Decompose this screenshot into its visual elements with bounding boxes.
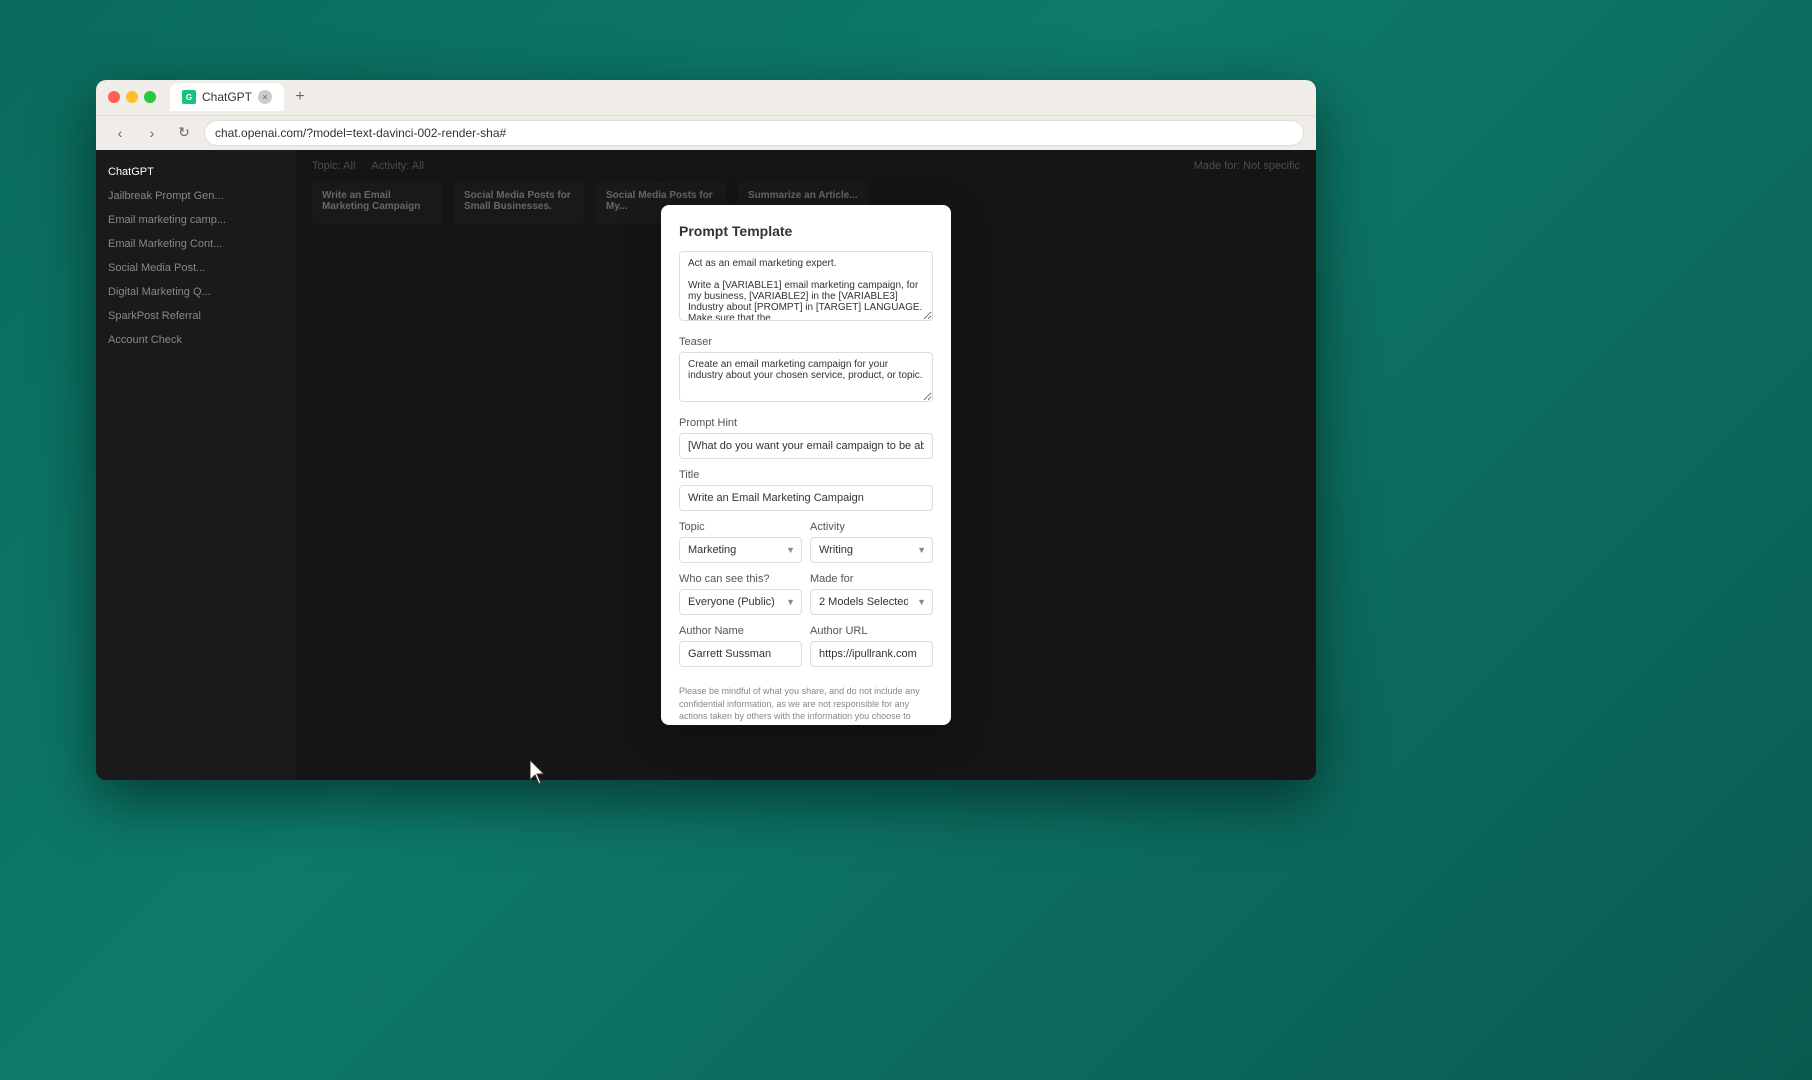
url-text: chat.openai.com/?model=text-davinci-002-… [215, 126, 506, 140]
made-for-select[interactable]: 2 Models Selected [810, 589, 933, 615]
title-label: Title [679, 469, 933, 481]
author-name-label: Author Name [679, 625, 802, 637]
sidebar-item-4[interactable]: Social Media Post... [96, 256, 296, 280]
prompt-template-group [679, 251, 933, 326]
active-tab[interactable]: G ChatGPT × [170, 83, 284, 111]
back-button[interactable]: ‹ [108, 121, 132, 145]
who-can-see-label: Who can see this? [679, 573, 802, 585]
made-for-group: Made for 2 Models Selected ▼ [810, 573, 933, 615]
topic-label: Topic [679, 521, 802, 533]
sidebar-item-1[interactable]: Jailbreak Prompt Gen... [96, 184, 296, 208]
prompt-template-textarea[interactable] [679, 251, 933, 321]
topic-group: Topic Marketing ▼ [679, 521, 802, 563]
disclaimer-text: Please be mindful of what you share, and… [679, 685, 933, 725]
activity-select[interactable]: Writing [810, 537, 933, 563]
sidebar: ChatGPT Jailbreak Prompt Gen... Email ma… [96, 150, 296, 780]
topic-select[interactable]: Marketing [679, 537, 802, 563]
forward-button[interactable]: › [140, 121, 164, 145]
browser-content: ChatGPT Jailbreak Prompt Gen... Email ma… [96, 150, 1316, 780]
titlebar: G ChatGPT × + [96, 80, 1316, 115]
activity-label: Activity [810, 521, 933, 533]
topic-activity-row: Topic Marketing ▼ Activity [679, 521, 933, 573]
prompt-template-modal: Prompt Template Teaser Prompt Hint [661, 205, 951, 725]
sidebar-item-2[interactable]: Email marketing camp... [96, 208, 296, 232]
author-row: Author Name Author URL [679, 625, 933, 677]
title-input[interactable] [679, 485, 933, 511]
teaser-textarea[interactable] [679, 352, 933, 402]
sidebar-item-chatgpt[interactable]: ChatGPT [96, 160, 296, 184]
activity-group: Activity Writing ▼ [810, 521, 933, 563]
title-group: Title [679, 469, 933, 511]
refresh-button[interactable]: ↻ [172, 121, 196, 145]
minimize-traffic-light[interactable] [126, 91, 138, 103]
made-for-wrapper: 2 Models Selected ▼ [810, 589, 933, 615]
modal-title: Prompt Template [679, 223, 933, 239]
who-can-see-select[interactable]: Everyone (Public) [679, 589, 802, 615]
main-content: Topic: All Activity: All Made for: Not s… [296, 150, 1316, 780]
teaser-label: Teaser [679, 336, 933, 348]
who-can-see-wrapper: Everyone (Public) ▼ [679, 589, 802, 615]
sidebar-item-3[interactable]: Email Marketing Cont... [96, 232, 296, 256]
browser-chrome: G ChatGPT × + ‹ › ↻ chat.openai.com/?mod… [96, 80, 1316, 150]
address-bar[interactable]: chat.openai.com/?model=text-davinci-002-… [204, 120, 1304, 146]
maximize-traffic-light[interactable] [144, 91, 156, 103]
browser-toolbar: ‹ › ↻ chat.openai.com/?model=text-davinc… [96, 115, 1316, 150]
author-name-input[interactable] [679, 641, 802, 667]
prompt-hint-label: Prompt Hint [679, 417, 933, 429]
modal-overlay[interactable]: Prompt Template Teaser Prompt Hint [296, 150, 1316, 780]
close-traffic-light[interactable] [108, 91, 120, 103]
sidebar-item-6[interactable]: SparkPost Referral [96, 304, 296, 328]
tab-bar: G ChatGPT × + [162, 83, 1304, 111]
tab-close-button[interactable]: × [258, 90, 272, 104]
prompt-hint-group: Prompt Hint [679, 417, 933, 459]
sidebar-item-5[interactable]: Digital Marketing Q... [96, 280, 296, 304]
made-for-label: Made for [810, 573, 933, 585]
sidebar-item-7[interactable]: Account Check [96, 328, 296, 352]
tab-favicon: G [182, 90, 196, 104]
prompt-hint-input[interactable] [679, 433, 933, 459]
author-name-group: Author Name [679, 625, 802, 667]
topic-select-wrapper: Marketing ▼ [679, 537, 802, 563]
activity-select-wrapper: Writing ▼ [810, 537, 933, 563]
author-url-input[interactable] [810, 641, 933, 667]
visibility-models-row: Who can see this? Everyone (Public) ▼ Ma… [679, 573, 933, 625]
author-url-label: Author URL [810, 625, 933, 637]
new-tab-button[interactable]: + [288, 85, 312, 109]
teaser-group: Teaser [679, 336, 933, 407]
browser-window: G ChatGPT × + ‹ › ↻ chat.openai.com/?mod… [96, 80, 1316, 780]
author-url-group: Author URL [810, 625, 933, 667]
who-can-see-group: Who can see this? Everyone (Public) ▼ [679, 573, 802, 615]
tab-title: ChatGPT [202, 90, 252, 104]
